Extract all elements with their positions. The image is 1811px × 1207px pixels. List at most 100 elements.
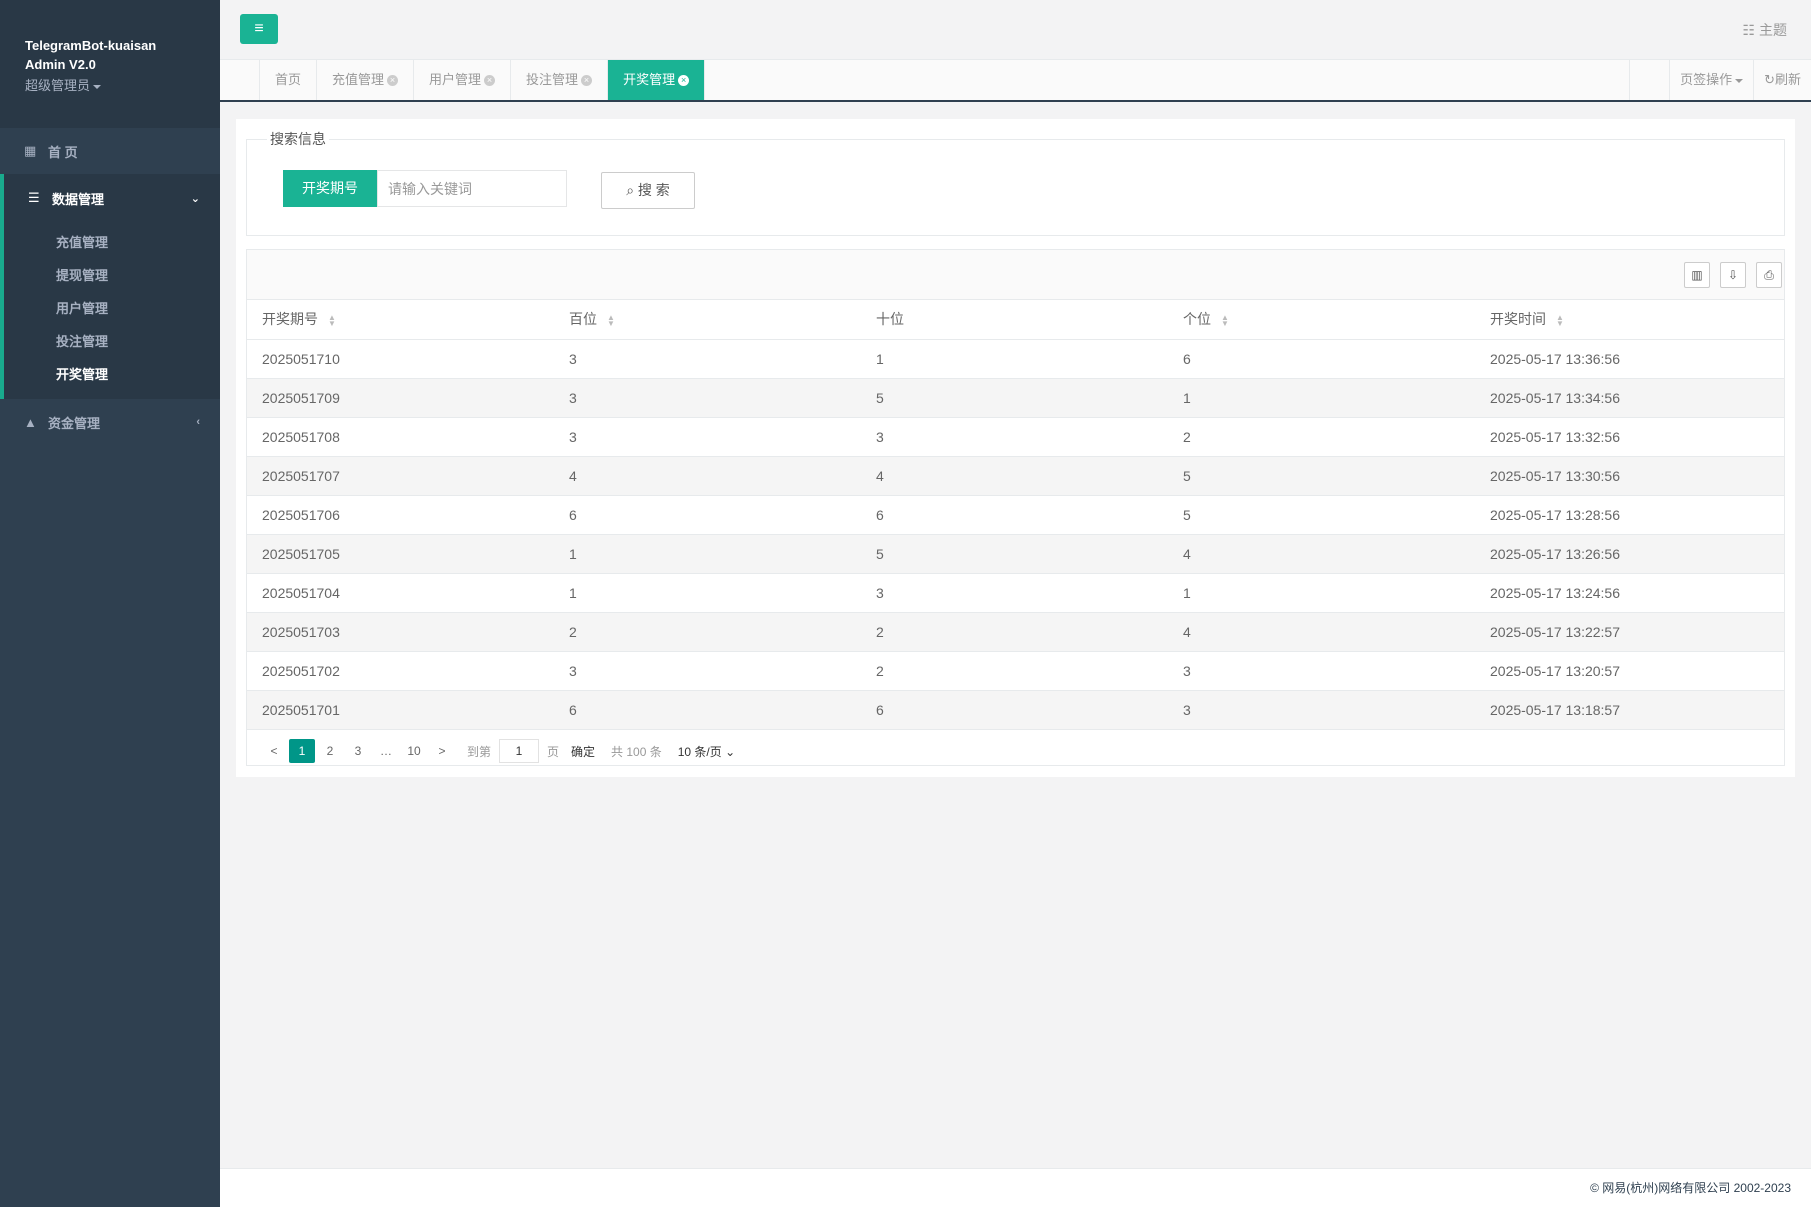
sidebar-item-recharge[interactable]: 充值管理 xyxy=(4,226,220,259)
column-header-hundreds[interactable]: 百位 ▲ ▼ xyxy=(554,300,861,340)
cell-hundreds: 3 xyxy=(554,651,861,691)
sidebar-item-label: 资金管理 xyxy=(48,415,101,431)
cell-hundreds: 1 xyxy=(554,534,861,574)
tab-operations-dropdown[interactable]: 页签操作 xyxy=(1669,60,1753,100)
sidebar-item-data-management[interactable]: ☰ 数据管理 ⌄ xyxy=(4,174,220,222)
caret-down-icon xyxy=(1735,78,1744,83)
search-input[interactable] xyxy=(377,170,567,207)
table-row[interactable]: 2025051706 6 6 5 2025-05-17 13:28:56 xyxy=(247,495,1784,535)
column-header-units[interactable]: 个位 ▲ ▼ xyxy=(1168,300,1475,340)
cell-tens: 4 xyxy=(861,456,1168,496)
table-row[interactable]: 2025051708 3 3 2 2025-05-17 13:32:56 xyxy=(247,417,1784,457)
print-button[interactable]: ⎙ xyxy=(1756,262,1782,288)
cell-issue: 2025051704 xyxy=(247,573,554,613)
sidebar-item-withdraw[interactable]: 提现管理 xyxy=(4,259,220,292)
page-size-value: 10 条/页 xyxy=(677,744,722,759)
theme-button[interactable]: ☷ 主题 xyxy=(1743,20,1787,40)
refresh-icon: ↻ xyxy=(1764,72,1775,87)
user-role-dropdown[interactable]: 超级管理员 xyxy=(25,75,220,94)
sidebar: TelegramBot-kuaisan Admin V2.0 超级管理员 ▦ 首… xyxy=(0,0,220,1207)
sidebar-item-funds[interactable]: ▲ 资金管理 ‹ xyxy=(0,399,220,445)
top-navbar: ≡ ☷ 主题 xyxy=(220,0,1811,60)
close-icon[interactable]: × xyxy=(484,75,496,87)
print-icon: ⎙ xyxy=(1764,268,1774,282)
table-row[interactable]: 2025051705 1 5 4 2025-05-17 13:26:56 xyxy=(247,534,1784,574)
close-icon[interactable]: × xyxy=(581,75,593,87)
cell-hundreds: 6 xyxy=(554,495,861,535)
sidebar-item-label: 首 页 xyxy=(48,144,78,160)
search-legend: 搜索信息 xyxy=(267,129,329,149)
table-row[interactable]: 2025051703 2 2 4 2025-05-17 13:22:57 xyxy=(247,612,1784,652)
page-unit: 页 xyxy=(547,744,560,759)
refresh-button[interactable]: ↻刷新 xyxy=(1753,60,1811,100)
next-page-button[interactable]: > xyxy=(429,739,455,763)
search-button[interactable]: ⌕ 搜 索 xyxy=(601,172,695,209)
export-icon: ⇩ xyxy=(1727,268,1739,282)
table-body: 2025051710 3 1 6 2025-05-17 13:36:56 20250517… xyxy=(247,339,1784,730)
prev-page-button[interactable]: < xyxy=(261,739,287,763)
total-count: 共 100 条 xyxy=(611,744,662,759)
cell-hundreds: 6 xyxy=(554,690,861,730)
header-label: 开奖期号 xyxy=(262,311,318,328)
cell-units: 1 xyxy=(1168,378,1475,418)
tab-label: 首页 xyxy=(275,72,302,87)
table-row[interactable]: 2025051701 6 6 3 2025-05-17 13:18:57 xyxy=(247,690,1784,730)
tab-scroll-left-button[interactable] xyxy=(220,60,260,100)
cell-units: 6 xyxy=(1168,339,1475,379)
cell-time: 2025-05-17 13:28:56 xyxy=(1475,495,1784,535)
sidebar-item-users[interactable]: 用户管理 xyxy=(4,292,220,325)
tab-users[interactable]: 用户管理 × xyxy=(414,60,512,100)
sidebar-item-home[interactable]: ▦ 首 页 xyxy=(0,128,220,174)
close-icon[interactable]: × xyxy=(387,75,399,87)
user-role: 超级管理员 xyxy=(25,78,91,93)
tab-label: 充值管理 xyxy=(332,72,385,87)
sidebar-item-bets[interactable]: 投注管理 xyxy=(4,325,220,358)
goto-confirm-button[interactable]: 确定 xyxy=(571,743,595,760)
cell-time: 2025-05-17 13:32:56 xyxy=(1475,417,1784,457)
columns-icon: ▥ xyxy=(1691,268,1703,282)
hamburger-icon: ≡ xyxy=(254,20,264,37)
table-row[interactable]: 2025051702 3 2 3 2025-05-17 13:20:57 xyxy=(247,651,1784,691)
tab-scroll-right-button[interactable] xyxy=(1629,60,1669,100)
cell-tens: 6 xyxy=(861,495,1168,535)
cell-units: 1 xyxy=(1168,573,1475,613)
page-button-2[interactable]: 2 xyxy=(317,739,343,763)
tab-recharge[interactable]: 充值管理 × xyxy=(317,60,415,100)
sidebar-item-draws[interactable]: 开奖管理 xyxy=(4,358,220,391)
page-button-3[interactable]: 3 xyxy=(345,739,371,763)
sort-icon: ▲ ▼ xyxy=(1221,312,1229,328)
cell-issue: 2025051710 xyxy=(247,339,554,379)
tab-home[interactable]: 首页 xyxy=(260,60,318,100)
cell-units: 3 xyxy=(1168,651,1475,691)
column-header-issue[interactable]: 开奖期号 ▲ ▼ xyxy=(247,300,554,340)
cell-time: 2025-05-17 13:24:56 xyxy=(1475,573,1784,613)
grid-icon: ▦ xyxy=(24,143,37,158)
cell-issue: 2025051709 xyxy=(247,378,554,418)
tab-bets[interactable]: 投注管理 × xyxy=(511,60,609,100)
menu-toggle-button[interactable]: ≡ xyxy=(240,14,278,44)
columns-button[interactable]: ▥ xyxy=(1684,262,1710,288)
cell-tens: 3 xyxy=(861,573,1168,613)
page-button-1[interactable]: 1 xyxy=(289,739,315,763)
page-size-select[interactable]: 10 条/页 ⌄ xyxy=(678,743,735,760)
table-row[interactable]: 2025051704 1 3 1 2025-05-17 13:24:56 xyxy=(247,573,1784,613)
tab-draws[interactable]: 开奖管理 × xyxy=(608,60,706,100)
tab-label: 开奖管理 xyxy=(623,72,676,87)
close-icon[interactable]: × xyxy=(678,75,690,87)
column-header-time[interactable]: 开奖时间 ▲ ▼ xyxy=(1475,300,1784,340)
sort-icon: ▲ ▼ xyxy=(1556,312,1564,328)
table-row[interactable]: 2025051709 3 5 1 2025-05-17 13:34:56 xyxy=(247,378,1784,418)
refresh-label: 刷新 xyxy=(1774,72,1801,87)
cell-units: 5 xyxy=(1168,456,1475,496)
export-button[interactable]: ⇩ xyxy=(1720,262,1746,288)
cell-units: 3 xyxy=(1168,690,1475,730)
cell-issue: 2025051706 xyxy=(247,495,554,535)
table-row[interactable]: 2025051710 3 1 6 2025-05-17 13:36:56 xyxy=(247,339,1784,379)
table-row[interactable]: 2025051707 4 4 5 2025-05-17 13:30:56 xyxy=(247,456,1784,496)
sidebar-submenu: 充值管理 提现管理 用户管理 投注管理 开奖管理 xyxy=(4,222,220,399)
cell-units: 4 xyxy=(1168,612,1475,652)
goto-page-input[interactable]: 1 xyxy=(499,739,540,763)
copyright: © 网易(杭州)网络有限公司 2002-2023 xyxy=(1590,1181,1791,1195)
page-button-last[interactable]: 10 xyxy=(401,739,427,763)
table-header-row: 开奖期号 ▲ ▼ 百位 ▲ ▼ 十位 个位 ▲ ▼ 开奖时间 ▲ ▼ xyxy=(247,300,1784,340)
